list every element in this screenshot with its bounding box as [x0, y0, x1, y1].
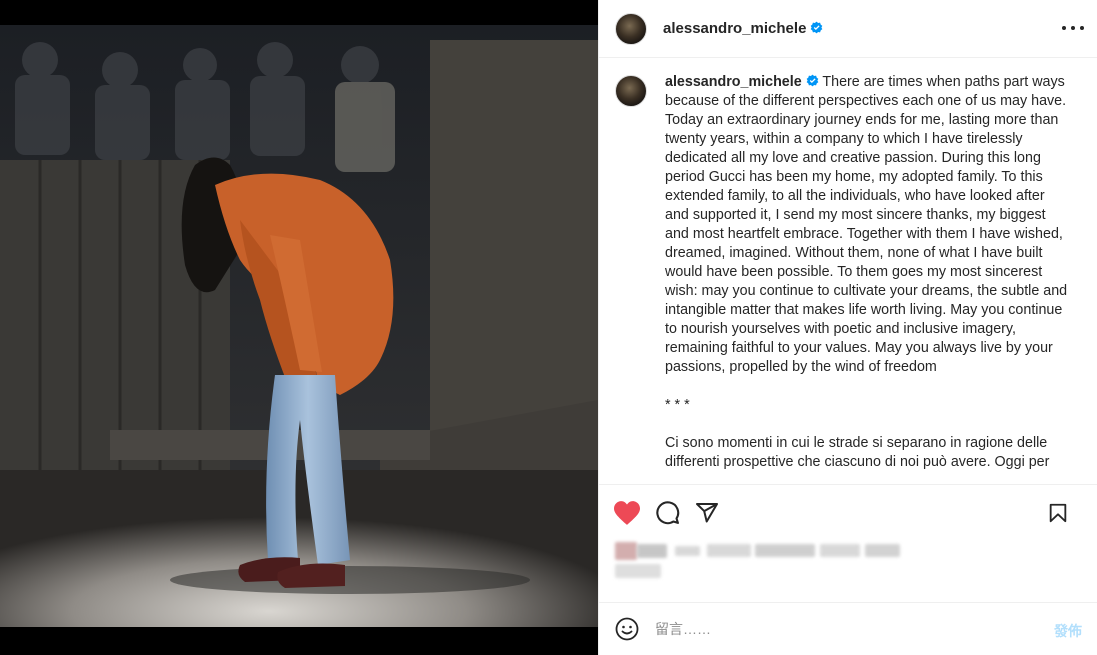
comment-input[interactable]	[655, 621, 1035, 637]
comment-composer: 發佈	[599, 602, 1097, 655]
comment-icon[interactable]	[653, 499, 681, 527]
caption-italian: Ci sono momenti in cui le strade si sepa…	[665, 435, 1050, 470]
avatar[interactable]	[615, 12, 647, 45]
verified-badge-icon	[806, 74, 819, 87]
more-options-icon[interactable]	[1062, 20, 1084, 36]
heart-filled-icon[interactable]	[613, 499, 641, 527]
caption-avatar[interactable]	[615, 75, 647, 107]
share-icon[interactable]	[693, 499, 721, 527]
runway-photo-illustration	[0, 0, 598, 655]
post-dialog: alessandro_michele alessandro_michele Th…	[0, 0, 1097, 655]
post-header: alessandro_michele	[599, 0, 1097, 58]
emoji-icon[interactable]	[615, 617, 639, 641]
bookmark-icon[interactable]	[1044, 499, 1072, 527]
caption-text: alessandro_michele There are times when …	[665, 73, 1070, 484]
likes-summary-redacted	[615, 540, 915, 580]
caption-username[interactable]: alessandro_michele	[665, 74, 802, 90]
caption-paragraph-1: alessandro_michele There are times when …	[665, 73, 1070, 377]
caption-area: alessandro_michele There are times when …	[599, 59, 1097, 484]
username-text[interactable]: alessandro_michele	[663, 20, 806, 37]
caption-english: There are times when paths part ways bec…	[665, 74, 1068, 375]
post-photo[interactable]	[0, 0, 598, 655]
action-bar	[599, 484, 1097, 540]
caption-separator: * * *	[665, 397, 690, 413]
verified-badge-icon	[811, 21, 823, 34]
header-username[interactable]: alessandro_michele	[663, 20, 823, 37]
post-side-panel: alessandro_michele alessandro_michele Th…	[598, 0, 1097, 655]
post-comment-button[interactable]: 發佈	[1054, 621, 1082, 641]
